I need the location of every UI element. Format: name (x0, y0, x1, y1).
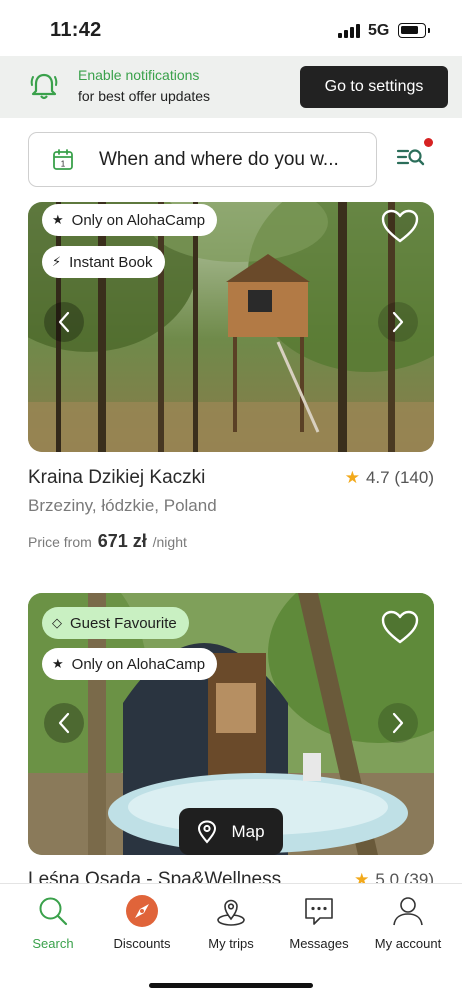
listing-rating: ★ 4.7 (140) (344, 468, 434, 487)
search-placeholder: When and where do you w... (99, 149, 339, 170)
status-time: 11:42 (50, 19, 102, 41)
listing-price: Price from 671 zł /night (28, 531, 187, 551)
rating-star-icon: ★ (344, 468, 360, 487)
previous-photo-button[interactable] (44, 703, 84, 743)
calendar-icon: 1 (53, 149, 73, 170)
tab-search[interactable]: Search (8, 894, 98, 951)
bell-icon (30, 73, 58, 100)
message-icon (305, 898, 333, 925)
chevron-left-icon (58, 712, 70, 734)
signal-icon (338, 24, 360, 38)
favorite-heart-icon[interactable] (380, 208, 420, 244)
instant-book-badge: ⚡ Instant Book (42, 246, 165, 278)
map-pin-icon (198, 819, 217, 844)
map-button[interactable]: Map (179, 808, 283, 855)
svg-text:1: 1 (61, 160, 66, 169)
status-bar: 11:42 5G (0, 0, 462, 56)
filter-search-icon (396, 149, 425, 166)
search-input[interactable]: 1 When and where do you w... (28, 132, 377, 187)
star-icon: ★ (52, 212, 64, 227)
chevron-left-icon (58, 311, 70, 333)
chevron-right-icon (392, 311, 404, 333)
tab-discounts[interactable]: Discounts (97, 894, 187, 951)
filter-notification-dot (424, 138, 433, 147)
search-icon (39, 897, 68, 926)
notification-banner: Enable notifications for best offer upda… (0, 56, 462, 118)
listing-title[interactable]: Kraina Dzikiej Kaczki (28, 467, 205, 489)
person-icon (393, 897, 423, 926)
filter-button[interactable] (394, 138, 434, 178)
network-label: 5G (368, 22, 390, 39)
home-indicator (149, 983, 313, 988)
notification-subtitle: for best offer updates (78, 88, 211, 104)
listing-card[interactable]: ★ Only on AlohaCamp ⚡ Instant Book Krain… (28, 202, 434, 551)
only-on-alohacamp-badge: ★ Only on AlohaCamp (42, 648, 218, 680)
listing-photo[interactable]: ★ Only on AlohaCamp ⚡ Instant Book (28, 202, 434, 452)
tab-messages[interactable]: Messages (274, 894, 364, 951)
treehouse-photo (28, 202, 434, 452)
next-photo-button[interactable] (378, 703, 418, 743)
tab-my-trips[interactable]: My trips (186, 894, 276, 951)
diamond-icon: ◇ (52, 615, 62, 630)
next-photo-button[interactable] (378, 302, 418, 342)
go-to-settings-button[interactable]: Go to settings (300, 66, 448, 108)
chevron-right-icon (392, 712, 404, 734)
tab-my-account[interactable]: My account (363, 894, 453, 951)
trips-pin-icon (217, 899, 245, 926)
star-icon: ★ (52, 656, 64, 671)
guest-favourite-badge: ◇ Guest Favourite (42, 607, 189, 639)
search-header: 1 When and where do you w... (0, 118, 462, 202)
notification-title: Enable notifications (78, 67, 200, 83)
compass-icon (126, 895, 158, 927)
battery-icon (398, 23, 430, 38)
only-on-alohacamp-badge: ★ Only on AlohaCamp (42, 204, 218, 236)
favorite-heart-icon[interactable] (380, 609, 420, 645)
listing-location: Brzeziny, łódzkie, Poland (28, 496, 217, 515)
lightning-icon: ⚡ (52, 254, 62, 269)
previous-photo-button[interactable] (44, 302, 84, 342)
